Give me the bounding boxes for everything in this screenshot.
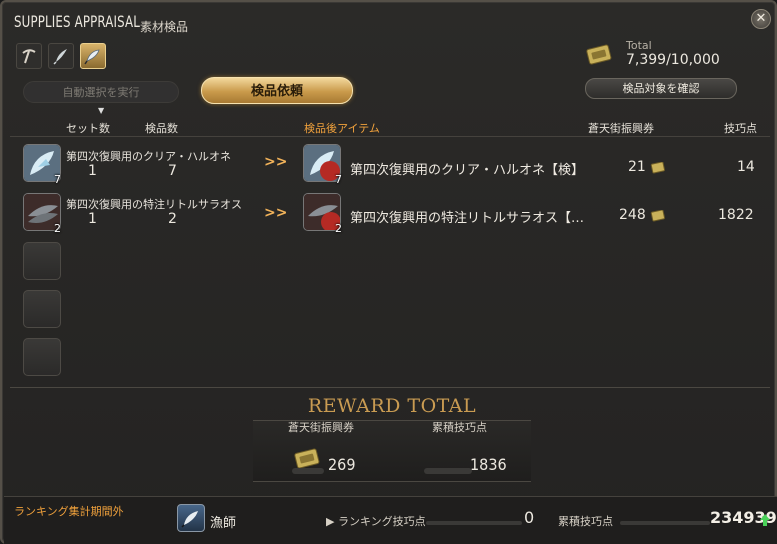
ranking-points-bar (426, 521, 522, 525)
row-set-count: 1 (88, 211, 97, 227)
cumulative-points-bar (620, 521, 710, 525)
row-item-quantity: 7 (54, 173, 61, 186)
fish-icon (84, 49, 100, 65)
ranking-status: ランキング集計期間外 (14, 505, 124, 518)
up-arrow-icon (760, 514, 770, 526)
row-inspect-count: 7 (168, 163, 177, 179)
ranking-points-value: 0 (524, 508, 535, 527)
window-subtitle: 素材検品 (140, 20, 189, 34)
scrip-icon (650, 162, 666, 174)
reward-skill-bar (424, 468, 472, 474)
row-scrip-value: 248 (619, 207, 646, 223)
tab-miner[interactable] (16, 43, 42, 69)
tab-fisher[interactable] (80, 43, 106, 69)
close-icon[interactable]: ✕ (751, 9, 771, 29)
fisher-icon (177, 504, 205, 532)
total-label: Total (626, 39, 652, 52)
result-item-name: 第四次復興用のクリア・ハルオネ【検】 (350, 163, 585, 178)
row-scrip-value: 21 (628, 159, 646, 175)
reward-scrip-label: 蒼天街振興券 (288, 421, 354, 434)
row-skill-value: 14 (737, 159, 755, 175)
empty-item-slot[interactable] (23, 290, 61, 328)
ranking-points-label[interactable]: ▶ ランキング技巧点 (326, 513, 426, 529)
empty-item-slot[interactable] (23, 338, 61, 376)
request-appraisal-button[interactable]: 検品依頼 (201, 77, 353, 104)
empty-item-slot[interactable] (23, 242, 61, 280)
reward-scrip-bar (292, 468, 324, 474)
reward-total-title: REWARD TOTAL (307, 395, 477, 417)
total-value: 7,399/10,000 (626, 52, 720, 68)
supplies-appraisal-window: SUPPLIES APPRAISAL 素材検品 ✕ Total 7,399/10… (0, 0, 777, 544)
reward-scrip-value: 269 (328, 455, 356, 474)
tab-botanist[interactable] (48, 43, 74, 69)
scrip-icon (586, 44, 612, 65)
result-item-quantity: 7 (335, 173, 342, 186)
sort-indicator-icon: ▼ (98, 106, 105, 115)
row-inspect-count: 2 (168, 211, 177, 227)
quill-icon (53, 49, 67, 65)
auto-select-button[interactable]: 自動選択を実行 (23, 81, 179, 103)
column-scrip[interactable]: 蒼天街振興券 (588, 120, 654, 136)
section-divider (10, 387, 770, 388)
transform-arrow-icon: >> (264, 154, 288, 170)
pickaxe-icon (22, 49, 36, 64)
row-item-name: 第四次復興用のクリア・ハルオネ (66, 150, 231, 163)
scrip-icon (650, 210, 666, 222)
cumulative-points-label: 累積技巧点 (558, 515, 613, 528)
column-set-count[interactable]: セット数 (66, 120, 110, 136)
job-name: 漁師 (210, 516, 237, 531)
header-divider (10, 136, 770, 137)
column-skill-points[interactable]: 技巧点 (724, 120, 757, 136)
reward-skill-label: 累積技巧点 (432, 421, 487, 434)
row-item-quantity: 2 (54, 222, 61, 235)
reward-skill-value: 1836 (470, 455, 507, 474)
window-title: SUPPLIES APPRAISAL (14, 12, 140, 31)
result-item-quantity: 2 (335, 222, 342, 235)
row-skill-value: 1822 (718, 207, 754, 223)
confirm-targets-button[interactable]: 検品対象を確認 (585, 78, 737, 99)
column-result-item[interactable]: 検品後アイテム (304, 120, 380, 136)
result-item-name: 第四次復興用の特注リトルサラオス【… (350, 211, 585, 226)
column-inspect-count[interactable]: 検品数 (145, 120, 178, 136)
row-set-count: 1 (88, 163, 97, 179)
row-item-name: 第四次復興用の特注リトルサラオス (66, 198, 242, 211)
transform-arrow-icon: >> (264, 205, 288, 221)
